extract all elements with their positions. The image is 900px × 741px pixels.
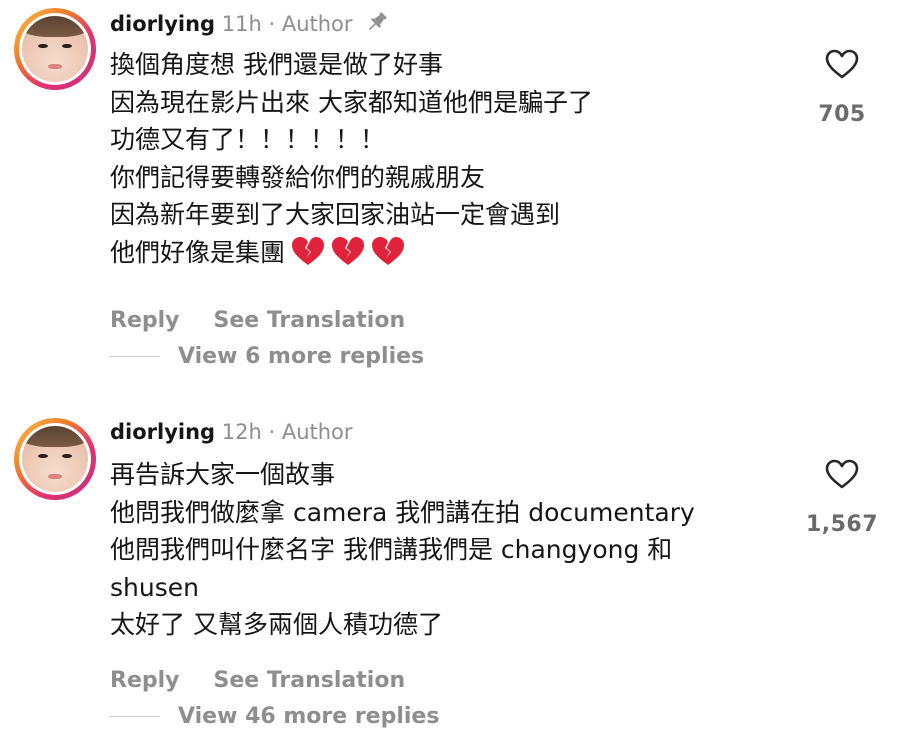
like-control: 1,567 <box>802 458 882 537</box>
comment-meta: 12h · Author <box>215 420 353 444</box>
comment-line: 他問我們叫什麼名字 我們講我們是 changyong 和 <box>110 535 673 564</box>
view-replies-button[interactable]: View 46 more replies <box>110 704 439 729</box>
view-replies-label: View 6 more replies <box>178 344 425 369</box>
broken-heart-emoji <box>372 236 405 265</box>
replies-divider <box>110 355 160 358</box>
comment-actions: Reply See Translation <box>110 668 439 693</box>
comment-meta: 11h · Author <box>215 12 353 36</box>
comment-line: 因為新年要到了大家回家油站一定會遇到 <box>110 200 561 229</box>
comment-header: diorlying 12h · Author <box>110 420 353 444</box>
view-replies-button[interactable]: View 6 more replies <box>110 344 424 369</box>
like-count: 705 <box>818 102 866 127</box>
like-count: 1,567 <box>805 512 879 537</box>
comment-line: 你們記得要轉發給你們的親戚朋友 <box>110 162 486 192</box>
avatar[interactable] <box>14 8 96 90</box>
comment-line: 因為現在影片出來 大家都知道他們是騙子了 <box>110 87 593 117</box>
comment-line: 換個角度想 我們還是做了好事 <box>110 50 443 79</box>
comment-line: 功德又有了！！！！！！ <box>110 125 386 154</box>
comment-line-with-emoji: 他們好像是集團 <box>110 234 790 272</box>
reply-button[interactable]: Reply <box>110 308 180 333</box>
broken-heart-emoji <box>292 236 325 265</box>
view-replies-label: View 46 more replies <box>178 704 440 729</box>
comment-line: shusen <box>110 572 199 602</box>
like-control: 705 <box>802 48 882 127</box>
see-translation-button[interactable]: See Translation <box>214 308 406 333</box>
comment-line: 再告訴大家一個故事 <box>110 460 336 489</box>
comment-line: 太好了 又幫多兩個人積功德了 <box>110 610 443 639</box>
comment-header: diorlying 11h · Author <box>110 10 389 36</box>
comment-text: 再告訴大家一個故事 他問我們做麼拿 camera 我們講在拍 documenta… <box>110 456 790 644</box>
reply-button[interactable]: Reply <box>110 668 180 693</box>
replies-divider <box>110 715 160 718</box>
pin-icon <box>369 12 387 30</box>
username[interactable]: diorlying <box>110 12 215 36</box>
broken-heart-emoji <box>332 236 365 265</box>
comment: diorlying 11h · Author 換個角度想 我們還是做了好事 因為… <box>0 0 900 390</box>
comment-text: 換個角度想 我們還是做了好事 因為現在影片出來 大家都知道他們是騙子了 功德又有… <box>110 46 790 271</box>
avatar[interactable] <box>14 418 96 500</box>
comment-line: 他們好像是集團 <box>110 237 286 267</box>
heart-outline-icon[interactable] <box>824 48 860 80</box>
comment-actions: Reply See Translation <box>110 308 439 333</box>
heart-outline-icon[interactable] <box>824 458 860 490</box>
comment: diorlying 12h · Author 再告訴大家一個故事 他問我們做麼拿… <box>0 410 900 741</box>
comment-line: 他問我們做麼拿 camera 我們講在拍 documentary <box>110 497 695 527</box>
see-translation-button[interactable]: See Translation <box>214 668 406 693</box>
username[interactable]: diorlying <box>110 420 215 444</box>
